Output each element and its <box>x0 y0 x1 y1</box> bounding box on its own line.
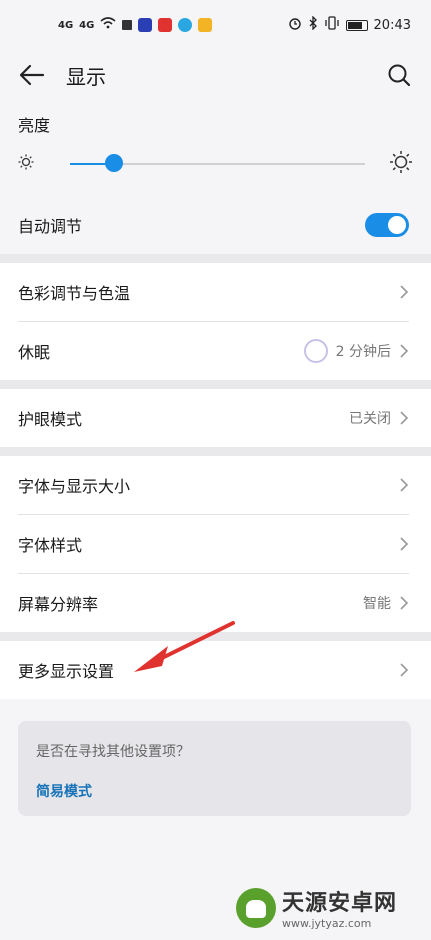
search-button[interactable] <box>385 61 413 89</box>
settings-group-1: 色彩调节与色温 休眠 2 分钟后 <box>0 263 431 380</box>
chevron-right-icon <box>400 537 409 551</box>
app-notification-icon-3 <box>178 18 193 32</box>
list-item-label: 字体样式 <box>18 536 83 555</box>
list-item-color-temperature[interactable]: 色彩调节与色温 <box>0 263 431 321</box>
notification-square-icon <box>122 20 133 30</box>
chevron-right-icon <box>400 411 409 425</box>
search-icon <box>388 64 411 87</box>
settings-group-3: 字体与显示大小 字体样式 屏幕分辨率 智能 <box>0 456 431 632</box>
signal-indicator-1: 4G <box>58 19 74 31</box>
brightness-label: 亮度 <box>18 116 51 135</box>
list-item-label: 屏幕分辨率 <box>18 595 99 614</box>
list-item-value: 已关闭 <box>349 411 391 427</box>
auto-adjust-row[interactable]: 自动调节 <box>0 196 431 254</box>
chevron-right-icon <box>400 596 409 610</box>
app-header: 显示 <box>0 50 431 100</box>
list-item-label: 护眼模式 <box>18 410 83 429</box>
help-card: 是否在寻找其他设置项？ 简易模式 <box>18 721 411 816</box>
brightness-section: 亮度 <box>0 100 431 196</box>
list-item-label: 字体与显示大小 <box>18 477 131 496</box>
list-item-font-style[interactable]: 字体样式 <box>0 515 431 573</box>
back-arrow-icon <box>19 64 45 86</box>
wifi-icon <box>100 17 116 33</box>
chevron-right-icon <box>400 285 409 299</box>
app-notification-icon-1 <box>138 18 153 32</box>
watermark-text: 天源安卓网 www.jytyaz.com <box>282 885 397 930</box>
status-right: 20:43 <box>288 15 411 34</box>
app-notification-icon-2 <box>158 18 173 32</box>
annotation-arrow-icon <box>134 621 235 672</box>
watermark-logo-icon <box>236 887 276 928</box>
watermark: 天源安卓网 www.jytyaz.com <box>236 885 397 930</box>
back-button[interactable] <box>18 61 46 89</box>
brightness-low-icon <box>18 154 34 174</box>
section-gap <box>0 254 431 263</box>
clock: 20:43 <box>373 17 411 33</box>
brightness-slider[interactable] <box>70 154 365 172</box>
simple-mode-link[interactable]: 简易模式 <box>36 781 393 801</box>
brightness-slider-row <box>18 150 413 178</box>
chevron-right-icon <box>400 344 409 358</box>
bluetooth-icon <box>308 15 318 34</box>
brightness-slider-thumb[interactable] <box>105 154 124 172</box>
sleep-timer-icon <box>303 339 328 363</box>
help-question: 是否在寻找其他设置项？ <box>36 744 190 760</box>
list-item-sleep[interactable]: 休眠 2 分钟后 <box>0 322 431 380</box>
auto-adjust-label: 自动调节 <box>18 217 83 236</box>
status-left: 4G 4G <box>58 17 213 33</box>
watermark-name: 天源安卓网 <box>282 891 398 916</box>
chevron-right-icon <box>400 663 409 677</box>
toggle-knob <box>388 216 406 234</box>
list-item-font-size[interactable]: 字体与显示大小 <box>0 456 431 514</box>
list-item-value: 智能 <box>363 596 391 612</box>
brightness-high-icon <box>389 150 413 178</box>
battery-icon <box>345 19 368 31</box>
chevron-right-icon <box>400 478 409 492</box>
auto-adjust-toggle[interactable] <box>365 213 409 237</box>
status-bar: 4G 4G 20:43 <box>0 0 431 50</box>
vibrate-icon <box>324 16 340 34</box>
list-item-label: 休眠 <box>18 343 51 362</box>
list-item-label: 色彩调节与色温 <box>18 284 131 303</box>
alarm-icon <box>288 16 302 34</box>
signal-indicator-2: 4G <box>79 19 95 31</box>
list-item-eye-comfort[interactable]: 护眼模式 已关闭 <box>0 389 431 447</box>
section-gap <box>0 447 431 456</box>
watermark-url: www.jytyaz.com <box>282 917 372 930</box>
section-gap <box>0 380 431 389</box>
settings-group-2: 护眼模式 已关闭 <box>0 389 431 447</box>
page-title: 显示 <box>66 64 106 89</box>
list-item-value: 2 分钟后 <box>335 344 391 360</box>
app-notification-icon-4 <box>198 18 213 32</box>
